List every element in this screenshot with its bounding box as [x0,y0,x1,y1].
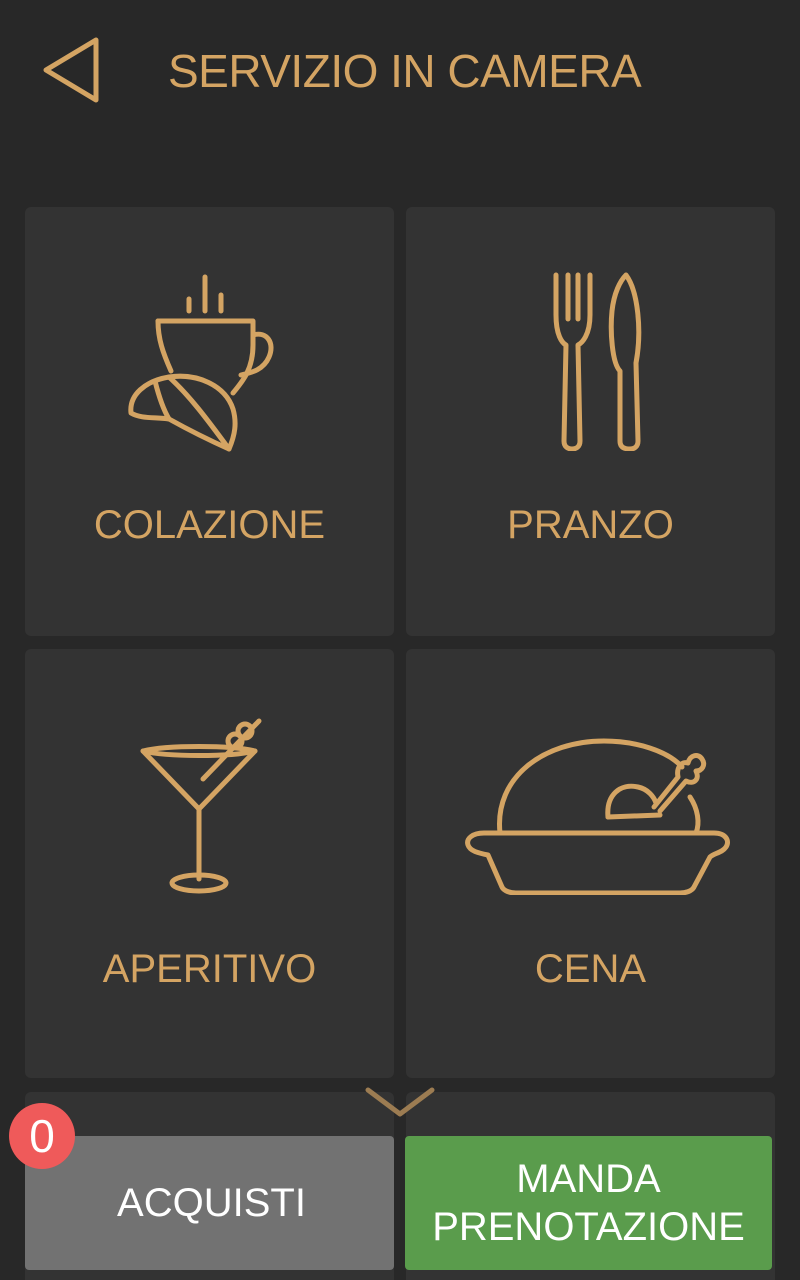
cocktail-glass-icon [140,718,262,894]
cart-button-label: ACQUISTI [117,1180,306,1225]
room-service-screen: SERVIZIO IN CAMERA COLAZIONE PRANZO APER… [0,0,800,1280]
fork-knife-icon [553,272,642,451]
category-tile-aperitivo[interactable]: APERITIVO [25,649,394,1078]
category-tile-colazione[interactable]: COLAZIONE [25,207,394,636]
category-label: COLAZIONE [93,503,326,547]
send-booking-label: MANDA PRENOTAZIONE [405,1136,772,1270]
send-booking-label-line2: PRENOTAZIONE [432,1205,745,1249]
coffee-croissant-icon [128,274,274,452]
cart-count-badge: 0 [9,1103,75,1169]
chevron-down-icon[interactable] [364,1084,436,1120]
back-triangle-icon [43,37,99,103]
category-label: APERITIVO [102,947,317,991]
back-button[interactable] [36,34,108,106]
category-label: PRANZO [507,503,674,547]
page-title: SERVIZIO IN CAMERA [168,45,642,97]
category-tile-cena[interactable]: CENA [406,649,775,1078]
roast-chicken-icon [465,738,730,895]
send-booking-button[interactable]: MANDA PRENOTAZIONE [405,1136,772,1270]
send-booking-label-line1: MANDA [516,1157,661,1201]
category-tile-pranzo[interactable]: PRANZO [406,207,775,636]
cart-button[interactable]: ACQUISTI [25,1136,394,1270]
category-label: CENA [534,947,647,991]
header: SERVIZIO IN CAMERA [0,0,800,150]
